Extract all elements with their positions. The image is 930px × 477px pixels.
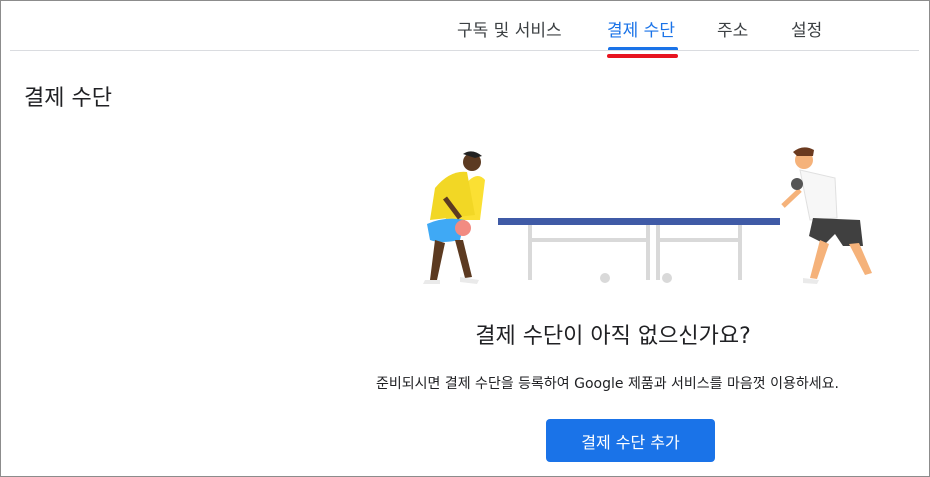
highlight-underline (607, 54, 678, 58)
empty-state-description: 준비되시면 결제 수단을 등록하여 Google 제품과 서비스를 마음껏 이용… (376, 376, 839, 392)
table-top (498, 218, 780, 225)
ping-pong-illustration (423, 147, 872, 284)
tab-payment-methods[interactable]: 결제 수단 (607, 16, 675, 41)
table-legs (528, 222, 742, 283)
tab-subscriptions[interactable]: 구독 및 서비스 (457, 16, 562, 41)
left-player (423, 151, 485, 284)
tab-bar: 구독 및 서비스 결제 수단 주소 설정 (0, 0, 930, 50)
add-payment-method-button[interactable]: 결제 수단 추가 (546, 419, 715, 462)
empty-state-heading: 결제 수단이 아직 없으신가요? (475, 324, 751, 349)
tab-settings[interactable]: 설정 (791, 16, 822, 41)
page-title: 결제 수단 (24, 86, 112, 111)
tab-divider (10, 50, 919, 51)
tab-addresses[interactable]: 주소 (717, 16, 748, 41)
right-player (781, 147, 872, 284)
